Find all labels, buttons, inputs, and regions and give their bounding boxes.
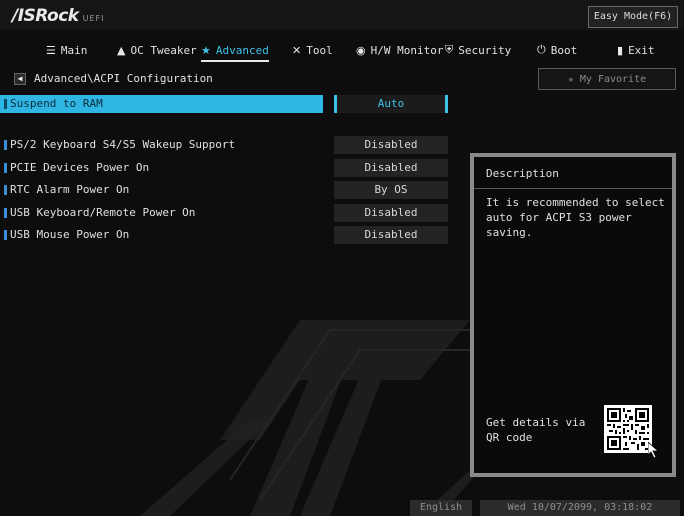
rocket-icon: ▲ xyxy=(117,43,126,57)
description-title: Description xyxy=(486,167,559,180)
setting-label: PCIE Devices Power On xyxy=(10,161,150,174)
setting-label: Suspend to RAM xyxy=(10,97,103,110)
setting-value-dropdown[interactable]: Disabled xyxy=(334,226,448,244)
top-bar: /ISRock UEFI Easy Mode(F6) xyxy=(0,0,684,30)
brand-logo: /ISRock UEFI xyxy=(12,6,104,26)
my-favorite-label: My Favorite xyxy=(579,73,647,85)
setting-row-ps2-wakeup[interactable]: PS/2 Keyboard S4/S5 Wakeup Support Disab… xyxy=(0,136,460,154)
tab-label: Exit xyxy=(628,43,655,57)
info-marker-icon xyxy=(4,185,7,195)
tab-label: Boot xyxy=(550,43,578,57)
setting-row-suspend-to-ram[interactable]: Suspend to RAM Auto xyxy=(0,95,460,113)
setting-label: PS/2 Keyboard S4/S5 Wakeup Support xyxy=(10,138,236,151)
language-selector[interactable]: English xyxy=(410,500,472,516)
tab-advanced[interactable]: ★ Advanced xyxy=(201,38,269,62)
tab-security[interactable]: ⛨ Security xyxy=(445,38,511,62)
tab-label: Security xyxy=(458,43,512,57)
info-marker-icon xyxy=(4,230,7,240)
setting-label: USB Keyboard/Remote Power On xyxy=(10,206,196,219)
tab-label: OC Tweaker xyxy=(130,43,197,57)
power-icon: ⏻ xyxy=(537,43,546,56)
setting-value-dropdown[interactable]: Disabled xyxy=(334,159,448,177)
setting-label: USB Mouse Power On xyxy=(10,228,130,241)
logo-text: /ISRock xyxy=(12,6,79,26)
setting-row-rtc-alarm[interactable]: RTC Alarm Power On By OS xyxy=(0,181,460,199)
mouse-cursor-icon xyxy=(648,442,660,458)
setting-row-usb-mouse-power[interactable]: USB Mouse Power On Disabled xyxy=(0,226,460,244)
breadcrumb: Advanced\ACPI Configuration xyxy=(34,72,213,85)
info-marker-icon xyxy=(4,208,7,218)
description-text: It is recommended to select auto for ACP… xyxy=(486,196,665,239)
tab-label: Tool xyxy=(306,43,333,57)
tab-exit[interactable]: ▮ Exit xyxy=(617,38,655,62)
info-marker-icon xyxy=(4,99,7,109)
tab-label: Advanced xyxy=(215,43,269,57)
monitor-icon: ◉ xyxy=(356,43,366,57)
star-icon: ★ xyxy=(201,43,211,57)
logo-subtext: UEFI xyxy=(82,14,105,23)
setting-value-dropdown[interactable]: Disabled xyxy=(334,136,448,154)
setting-value-dropdown[interactable]: By OS xyxy=(334,181,448,199)
info-marker-icon xyxy=(4,163,7,173)
my-favorite-button[interactable]: ★ My Favorite xyxy=(538,68,676,90)
menu-list-icon: ☰ xyxy=(46,43,56,57)
info-marker-icon xyxy=(4,140,7,150)
setting-label: RTC Alarm Power On xyxy=(10,183,130,196)
setting-row-pcie-power-on[interactable]: PCIE Devices Power On Disabled xyxy=(0,159,460,177)
exit-icon: ▮ xyxy=(617,43,624,57)
qr-code-icon[interactable] xyxy=(604,405,652,453)
back-button[interactable]: ◀ xyxy=(14,73,26,85)
divider xyxy=(474,188,672,189)
setting-row-usb-keyboard-power[interactable]: USB Keyboard/Remote Power On Disabled xyxy=(0,204,460,222)
tab-label: Main xyxy=(60,43,88,57)
date-time-display: Wed 10/07/2099, 03:18:02 xyxy=(480,500,680,516)
tab-tool[interactable]: ✕ Tool xyxy=(292,38,333,62)
setting-value-dropdown[interactable]: Disabled xyxy=(334,204,448,222)
star-icon: ★ xyxy=(567,73,574,85)
easy-mode-button[interactable]: Easy Mode(F6) xyxy=(588,6,678,28)
description-panel: Description It is recommended to select … xyxy=(470,153,676,477)
tab-boot[interactable]: ⏻ Boot xyxy=(537,38,577,62)
main-menu: ☰ Main ▲ OC Tweaker ★ Advanced ✕ Tool ◉ … xyxy=(0,38,684,62)
setting-value-dropdown[interactable]: Auto xyxy=(334,95,448,113)
tab-main[interactable]: ☰ Main xyxy=(46,38,87,62)
shield-icon: ⛨ xyxy=(445,43,454,56)
tab-label: H/W Monitor xyxy=(370,43,444,57)
tools-icon: ✕ xyxy=(292,43,302,57)
qr-caption: Get details via QR code xyxy=(486,416,586,444)
tab-hw-monitor[interactable]: ◉ H/W Monitor xyxy=(356,38,443,62)
tab-oc-tweaker[interactable]: ▲ OC Tweaker xyxy=(117,38,197,62)
